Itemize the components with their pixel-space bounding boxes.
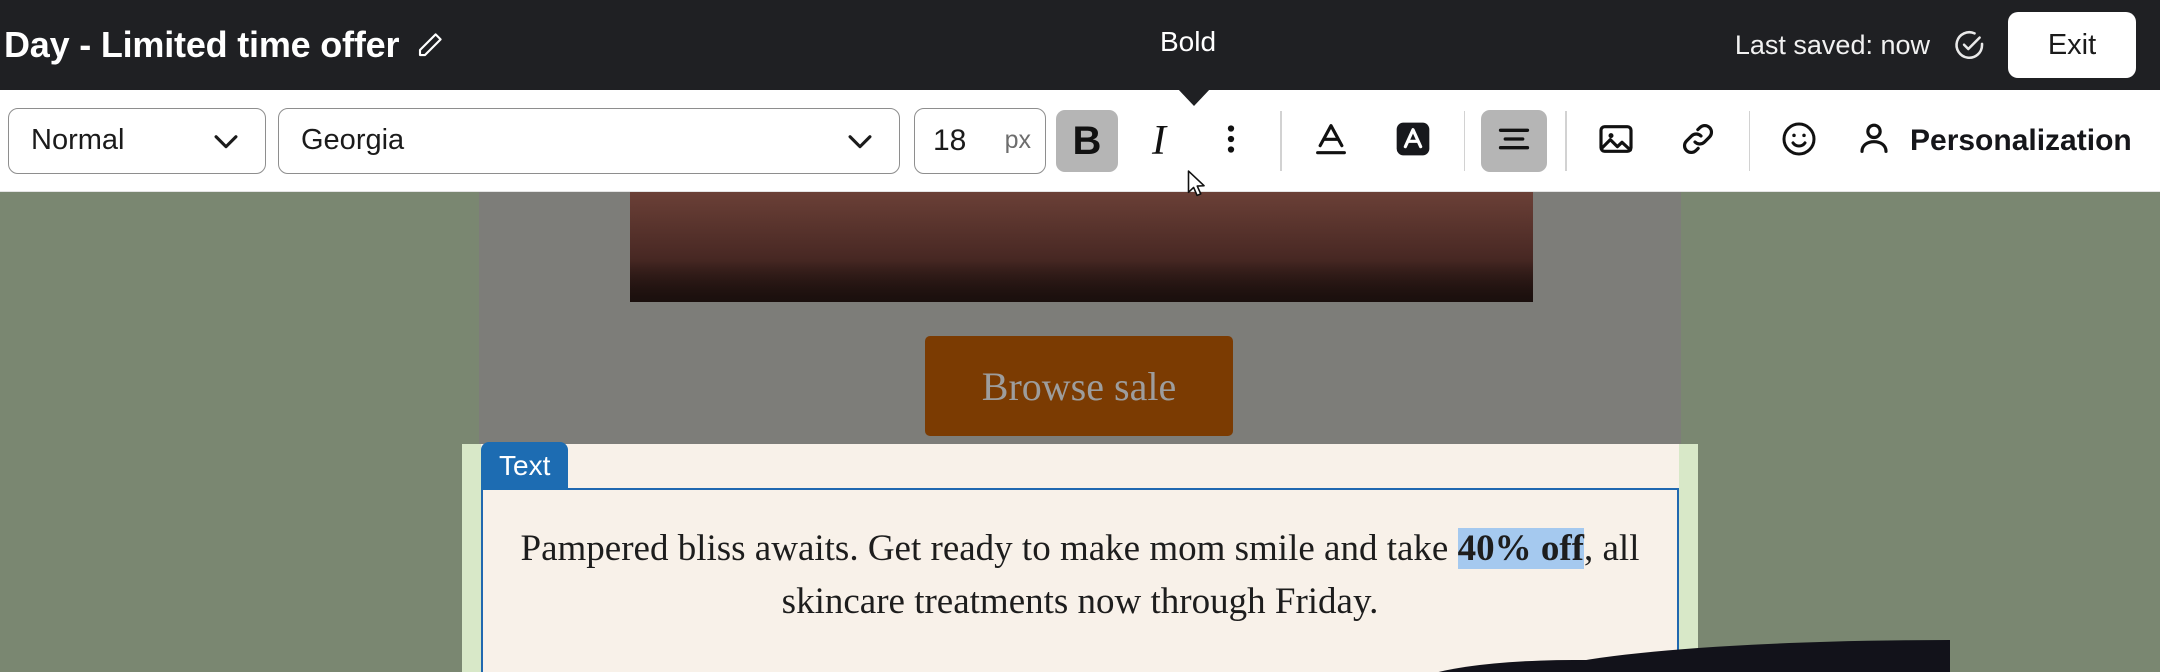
text-color-icon	[1311, 119, 1351, 162]
text-block-badge[interactable]: Text	[481, 442, 569, 490]
italic-label: I	[1152, 117, 1166, 164]
person-icon	[1854, 118, 1894, 163]
image-icon	[1596, 119, 1636, 162]
formatting-toolbar: Normal Georgia 18 px B I Personalization	[0, 90, 2160, 192]
toolbar-divider	[1748, 110, 1750, 171]
toolbar-divider	[1280, 110, 1282, 171]
emoji-icon	[1779, 119, 1819, 162]
paragraph-style-select[interactable]: Normal	[8, 107, 266, 174]
header-right-group: Last saved: now Exit	[1735, 0, 2136, 90]
toolbar-divider	[1463, 110, 1465, 171]
tooltip-arrow	[1177, 88, 1211, 106]
paragraph-style-value: Normal	[31, 124, 125, 156]
bold-button[interactable]: B	[1056, 109, 1118, 172]
bold-label: B	[1072, 118, 1102, 163]
link-icon	[1678, 119, 1718, 162]
exit-button[interactable]: Exit	[2008, 12, 2136, 78]
tooltip-bold: Bold	[1160, 26, 1217, 57]
app-header: Day - Limited time offer Last saved: now…	[0, 0, 2160, 90]
toolbar-divider	[1565, 110, 1567, 171]
insert-link-button[interactable]	[1665, 110, 1731, 172]
more-options-button[interactable]	[1200, 110, 1262, 172]
insert-image-button[interactable]	[1583, 110, 1649, 172]
font-family-value: Georgia	[301, 124, 405, 156]
email-canvas: Browse sale Text Pampered bliss awaits. …	[0, 192, 2160, 672]
italic-button[interactable]: I	[1128, 110, 1190, 172]
chevron-down-icon	[843, 124, 877, 158]
align-center-icon	[1495, 120, 1533, 161]
last-saved-status: Last saved: now	[1734, 29, 1930, 60]
highlight-color-icon	[1393, 119, 1433, 162]
body-text-part1: Pampered bliss awaits. Get ready to make…	[520, 528, 1458, 569]
font-family-select[interactable]: Georgia	[278, 107, 900, 174]
check-circle-icon	[1952, 28, 1986, 62]
align-center-button[interactable]	[1481, 109, 1547, 172]
font-size-input[interactable]: 18 px	[914, 107, 1046, 174]
text-color-button[interactable]	[1298, 110, 1364, 172]
personalization-label: Personalization	[1910, 123, 2132, 157]
emoji-button[interactable]	[1766, 110, 1832, 172]
hero-image[interactable]	[630, 192, 1533, 302]
pencil-icon[interactable]	[415, 30, 445, 60]
vertical-dots-icon	[1213, 121, 1249, 160]
font-size-unit: px	[1004, 126, 1031, 154]
chevron-down-icon	[209, 124, 243, 158]
text-block-content[interactable]: Pampered bliss awaits. Get ready to make…	[500, 522, 1660, 628]
page-title: Day - Limited time offer	[4, 24, 400, 65]
font-size-value: 18	[933, 123, 967, 157]
personalization-button[interactable]: Personalization	[1854, 118, 2132, 163]
highlight-color-button[interactable]	[1380, 110, 1446, 172]
browse-sale-button[interactable]: Browse sale	[925, 336, 1233, 436]
selected-text-highlight: 40% off	[1457, 528, 1584, 569]
header-left-group: Day - Limited time offer	[0, 24, 445, 66]
